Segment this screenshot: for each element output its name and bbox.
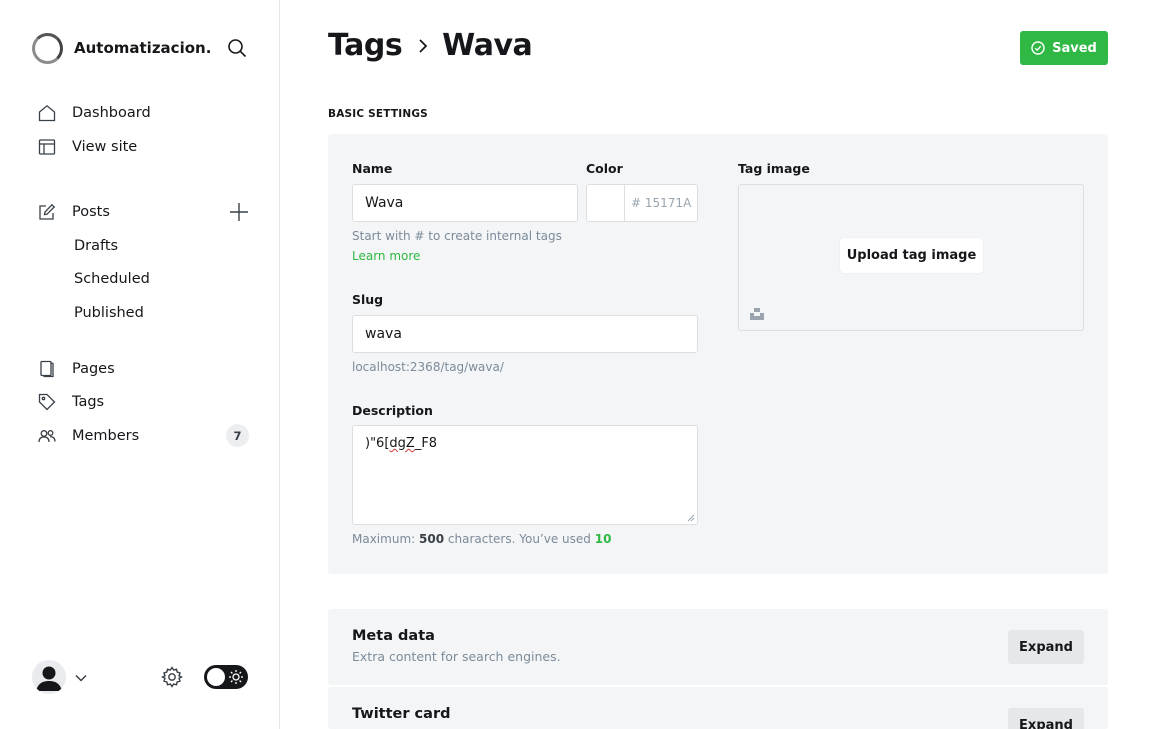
sidebar-item-published[interactable]: Published xyxy=(74,302,144,324)
breadcrumb-tags-link[interactable]: Tags xyxy=(328,28,403,63)
color-field[interactable]: # 15171A xyxy=(586,184,698,222)
description-textarea[interactable]: )"6[dgZ_F8 xyxy=(352,425,698,525)
hash-symbol: # xyxy=(631,196,642,210)
meta-data-expand-button[interactable]: Expand xyxy=(1008,630,1084,664)
sidebar-item-members[interactable]: Members xyxy=(38,424,139,448)
slug-label: Slug xyxy=(352,292,384,307)
name-hint: Start with # to create internal tags xyxy=(352,229,562,243)
gear-icon[interactable] xyxy=(160,666,184,688)
layout-icon xyxy=(38,138,56,156)
twitter-card-card: Twitter card Expand xyxy=(328,687,1108,729)
learn-more-link[interactable]: Learn more xyxy=(352,249,420,263)
sidebar-footer xyxy=(32,660,248,694)
name-label: Name xyxy=(352,161,393,176)
upload-tag-image-button[interactable]: Upload tag image xyxy=(840,238,983,273)
description-hint: Maximum: 500 characters. You’ve used 10 xyxy=(352,532,612,546)
sidebar-item-drafts[interactable]: Drafts xyxy=(74,235,118,257)
dark-mode-toggle[interactable] xyxy=(204,665,248,689)
page-icon xyxy=(38,360,56,378)
sidebar-item-label: Posts xyxy=(72,204,110,220)
color-label: Color xyxy=(586,161,623,176)
members-count-badge: 7 xyxy=(226,424,249,447)
basic-settings-panel: Name Wava Start with # to create interna… xyxy=(328,134,1108,574)
color-hex-input[interactable]: # 15171A xyxy=(625,185,697,221)
toggle-knob xyxy=(207,668,225,686)
name-input[interactable]: Wava xyxy=(352,184,578,222)
sidebar-item-view-site[interactable]: View site xyxy=(38,135,137,159)
search-icon[interactable] xyxy=(226,37,248,59)
resize-handle-icon[interactable] xyxy=(687,514,695,522)
meta-data-title: Meta data xyxy=(352,628,435,644)
site-header: Automatizacion... xyxy=(32,32,252,64)
breadcrumb: Tags Wava xyxy=(328,28,533,63)
sidebar-item-posts[interactable]: Posts xyxy=(38,200,110,224)
save-button[interactable]: Saved xyxy=(1020,31,1108,65)
description-text: )"6[dgZ_F8 xyxy=(365,436,438,451)
tag-icon xyxy=(38,393,56,411)
chevron-right-icon xyxy=(412,35,434,57)
sidebar-item-label: Tags xyxy=(72,394,105,410)
site-title[interactable]: Automatizacion... xyxy=(74,39,210,57)
slug-url: localhost:2368/tag/wava/ xyxy=(352,360,504,374)
sidebar-item-tags[interactable]: Tags xyxy=(38,390,104,414)
description-label: Description xyxy=(352,403,433,418)
section-title: BASIC SETTINGS xyxy=(328,108,428,120)
sidebar-item-pages[interactable]: Pages xyxy=(38,357,115,381)
page-title: Wava xyxy=(442,28,533,63)
color-swatch[interactable] xyxy=(587,185,625,221)
slug-input[interactable]: wava xyxy=(352,315,698,353)
tag-image-label: Tag image xyxy=(738,161,810,176)
avatar[interactable] xyxy=(32,660,66,694)
sidebar-item-label: Members xyxy=(72,428,140,444)
members-icon xyxy=(38,427,56,445)
twitter-card-title: Twitter card xyxy=(352,706,451,722)
unsplash-icon[interactable] xyxy=(750,306,764,320)
sidebar-item-label: View site xyxy=(72,139,138,155)
check-circle-icon xyxy=(1031,41,1045,55)
save-button-label: Saved xyxy=(1052,40,1097,56)
chevron-down-icon[interactable] xyxy=(74,670,88,684)
sun-icon xyxy=(228,669,244,685)
sidebar: Automatizacion... Dashboard View site Po… xyxy=(0,0,280,729)
twitter-card-expand-button[interactable]: Expand xyxy=(1008,708,1084,729)
sidebar-item-scheduled[interactable]: Scheduled xyxy=(74,268,150,290)
home-icon xyxy=(38,104,56,122)
meta-data-subtitle: Extra content for search engines. xyxy=(352,649,561,664)
edit-icon xyxy=(38,203,56,221)
new-post-plus-icon[interactable] xyxy=(228,201,250,223)
meta-data-card: Meta data Extra content for search engin… xyxy=(328,609,1108,685)
sidebar-item-label: Dashboard xyxy=(72,105,151,121)
color-placeholder: 15171A xyxy=(644,196,692,210)
sidebar-item-dashboard[interactable]: Dashboard xyxy=(38,101,151,125)
site-logo[interactable] xyxy=(32,32,63,64)
tag-image-dropzone[interactable]: Upload tag image xyxy=(738,184,1084,331)
sidebar-item-label: Pages xyxy=(72,361,115,377)
